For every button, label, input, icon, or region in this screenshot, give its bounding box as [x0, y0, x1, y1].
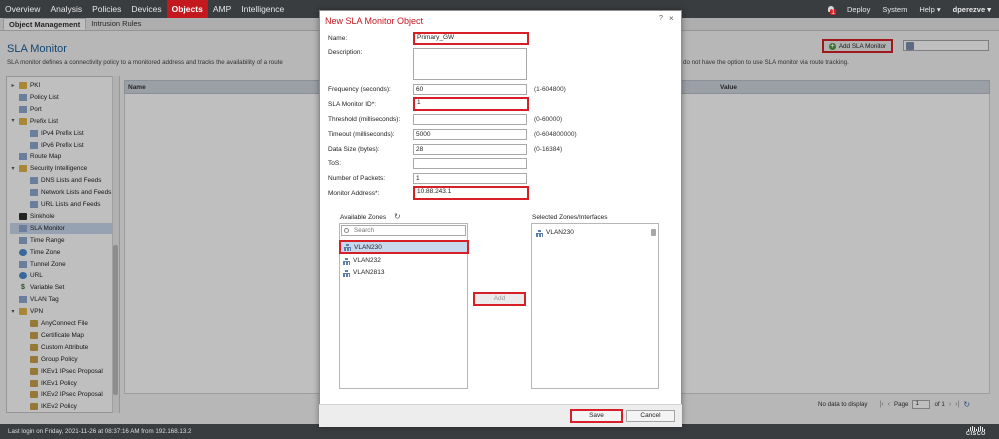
selected-zone-item-vlan230[interactable]: VLAN230	[534, 227, 656, 238]
frequency-label: Frequency (seconds):	[328, 86, 391, 93]
zone-item-vlan232[interactable]: VLAN232	[341, 255, 466, 266]
nav-policies[interactable]: Policies	[87, 0, 126, 18]
number-of-packets-input[interactable]: 1	[413, 173, 527, 184]
nav-overview[interactable]: Overview	[0, 0, 45, 18]
selected-zones-label: Selected Zones/Interfaces	[532, 214, 608, 221]
timeout-label: Timeout (milliseconds):	[328, 131, 395, 138]
threshold-range-hint: (0-60000)	[534, 116, 563, 123]
timeout-input[interactable]: 5000	[413, 129, 527, 140]
zone-item-label: VLAN230	[354, 243, 382, 251]
data-size-label: Data Size (bytes):	[328, 146, 380, 153]
close-icon[interactable]: ×	[669, 14, 674, 23]
tos-input[interactable]	[413, 158, 527, 169]
zone-search-input[interactable]	[341, 225, 466, 236]
data-size-input[interactable]: 28	[413, 144, 527, 155]
threshold-input[interactable]	[413, 114, 527, 125]
number-of-packets-label: Number of Packets:	[328, 175, 386, 182]
nav-amp[interactable]: AMP	[208, 0, 236, 18]
zone-item-vlan230[interactable]: VLAN230	[339, 240, 469, 254]
add-zone-button[interactable]: Add	[473, 292, 526, 306]
timeout-range-hint: (0-604800000)	[534, 131, 577, 138]
network-zone-icon	[343, 269, 350, 277]
frequency-input[interactable]: 60	[413, 84, 527, 95]
sla-monitor-id-label: SLA Monitor ID*:	[328, 101, 377, 108]
description-input[interactable]	[413, 48, 527, 80]
network-zone-icon	[344, 244, 351, 251]
monitor-address-label: Monitor Address*:	[328, 190, 380, 197]
frequency-range-hint: (1-604800)	[534, 86, 566, 93]
cisco-logo: CISCO	[960, 426, 992, 438]
nav-devices[interactable]: Devices	[126, 0, 166, 18]
search-icon	[344, 228, 349, 233]
sla-monitor-id-input[interactable]: 1	[413, 97, 529, 111]
alert-bell-icon[interactable]: 1	[827, 5, 837, 16]
available-zones-label: Available Zones	[340, 214, 387, 221]
selected-zones-list	[531, 223, 659, 389]
dialog-title: New SLA Monitor Object	[325, 16, 424, 26]
threshold-label: Threshold (milliseconds):	[328, 116, 401, 123]
cancel-button[interactable]: Cancel	[626, 410, 675, 422]
network-zone-icon	[343, 257, 350, 265]
name-label: Name:	[328, 35, 348, 42]
refresh-zones-icon[interactable]: ↻	[394, 212, 401, 221]
last-login-text: Last login on Friday, 2021-11-26 at 08:3…	[8, 428, 192, 435]
zone-item-label: VLAN2813	[353, 269, 385, 276]
help-menu[interactable]: Help ▾	[919, 5, 940, 14]
nav-analysis[interactable]: Analysis	[45, 0, 87, 18]
alert-count-badge: 1	[829, 6, 837, 16]
user-menu[interactable]: dperezve ▾	[953, 5, 991, 14]
tos-label: ToS:	[328, 160, 342, 167]
data-size-range-hint: (0-16384)	[534, 146, 563, 153]
monitor-address-input[interactable]: 10.88.243.1	[413, 186, 529, 200]
system-menu[interactable]: System	[882, 5, 907, 14]
network-zone-icon	[536, 229, 543, 237]
zone-item-label: VLAN232	[353, 257, 381, 264]
save-button[interactable]: Save	[570, 409, 623, 423]
nav-intelligence[interactable]: Intelligence	[236, 0, 289, 18]
help-icon[interactable]: ?	[659, 15, 663, 22]
trash-icon[interactable]	[651, 229, 656, 236]
selected-zone-label: VLAN230	[546, 229, 574, 236]
description-label: Description:	[328, 49, 363, 56]
name-input[interactable]: Primary_GW	[413, 32, 529, 45]
deploy-menu[interactable]: Deploy	[847, 5, 870, 14]
nav-objects[interactable]: Objects	[166, 0, 208, 18]
zone-item-vlan2813[interactable]: VLAN2813	[341, 267, 466, 278]
